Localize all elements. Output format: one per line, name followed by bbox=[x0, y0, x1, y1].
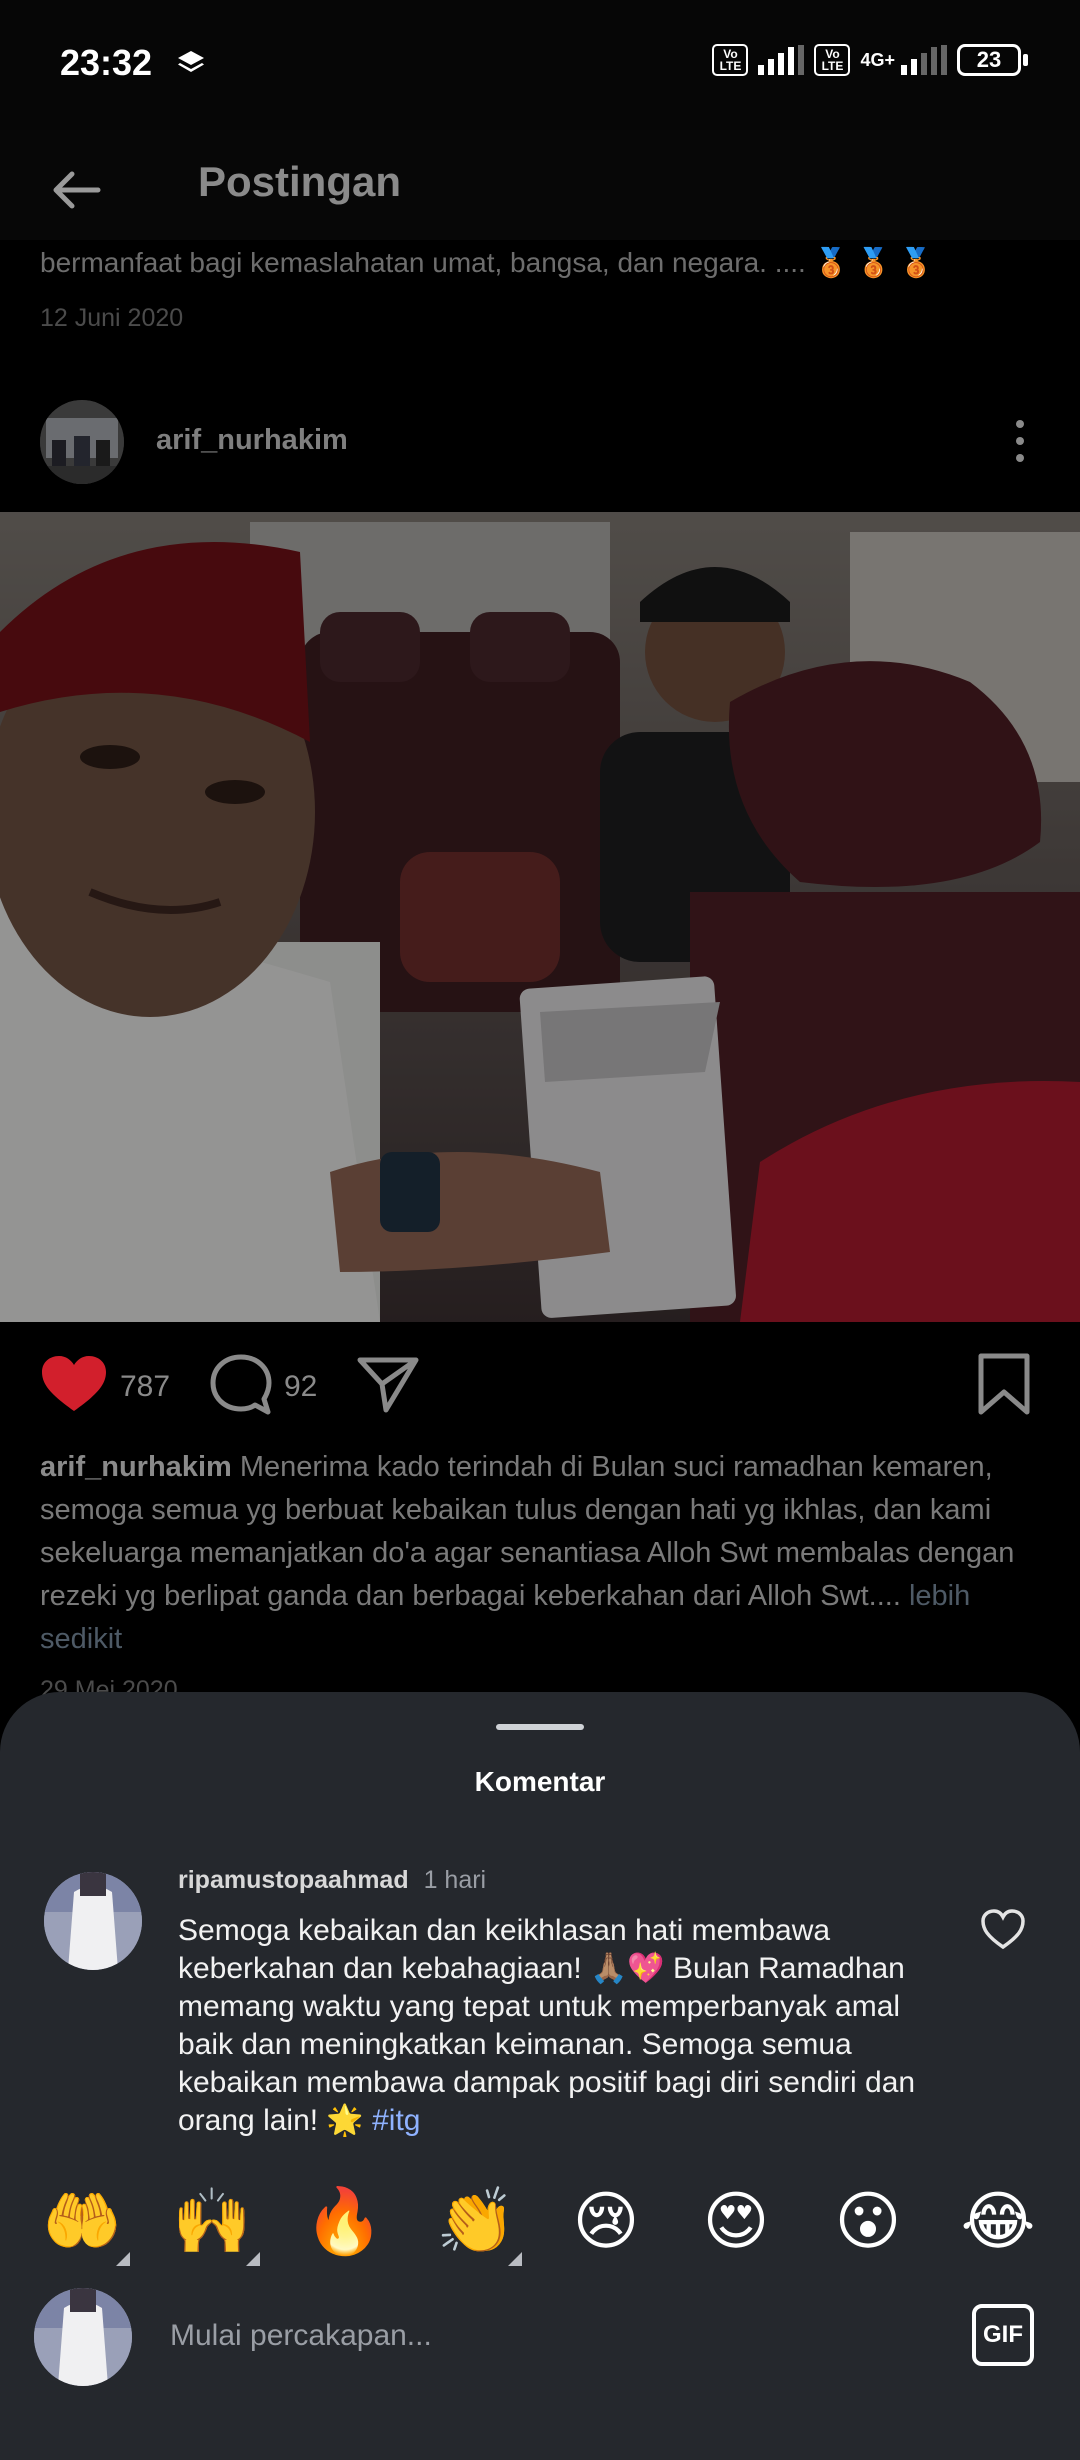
comment-body: Semoga kebaikan dan keikhlasan hati memb… bbox=[178, 1914, 916, 2137]
emoji-raising-hands[interactable]: 🙌 bbox=[172, 2182, 252, 2262]
comment-time: 1 hari bbox=[423, 1866, 487, 1894]
emoji-fire[interactable]: 🔥 bbox=[304, 2182, 384, 2262]
battery-icon: 23 bbox=[957, 44, 1028, 76]
heart-icon[interactable] bbox=[40, 1354, 108, 1414]
layers-icon bbox=[178, 51, 204, 72]
comment-hashtag[interactable]: #itg bbox=[372, 2104, 420, 2137]
post-photo[interactable] bbox=[0, 512, 1080, 1322]
page-title: Postingan bbox=[198, 158, 402, 205]
quick-reaction-row: 🤲 🙌 🔥 👏 😢 😍 😮 😂 bbox=[0, 2182, 1080, 2272]
network-type: 4G+ bbox=[860, 49, 895, 70]
emoji-laughing[interactable]: 😂 bbox=[958, 2182, 1038, 2262]
post-author-avatar[interactable] bbox=[40, 400, 124, 484]
gif-button[interactable]: GIF bbox=[972, 2304, 1034, 2366]
medal-emojis: 🥉 🥉 🥉 bbox=[813, 247, 934, 278]
previous-post-date: 12 Juni 2020 bbox=[40, 304, 184, 332]
status-indicators: Vo LTE Vo LTE 4G+ 23 bbox=[712, 44, 1028, 76]
caption-username[interactable]: arif_nurhakim bbox=[40, 1451, 232, 1483]
comment-text: Semoga kebaikan dan keikhlasan hati memb… bbox=[178, 1912, 938, 2140]
volte-badge-2: Vo LTE bbox=[814, 44, 851, 76]
sheet-title: Komentar bbox=[474, 1766, 606, 1797]
post-caption: arif_nurhakim Menerima kado terindah di … bbox=[40, 1446, 1050, 1661]
post-author-username[interactable]: arif_nurhakim bbox=[156, 424, 348, 457]
composer-avatar bbox=[34, 2288, 132, 2386]
comment-bubble-icon[interactable] bbox=[208, 1352, 274, 1418]
top-nav: Postingan bbox=[0, 130, 1080, 240]
more-vertical-icon[interactable] bbox=[1000, 416, 1040, 466]
emoji-heart-eyes[interactable]: 😍 bbox=[696, 2182, 776, 2262]
signal-icon-2 bbox=[901, 45, 947, 75]
emoji-surprised[interactable]: 😮 bbox=[828, 2182, 908, 2262]
like-count[interactable]: 787 bbox=[120, 1370, 170, 1404]
comment-avatar[interactable] bbox=[44, 1872, 142, 1970]
emoji-variant-indicator bbox=[116, 2252, 130, 2266]
previous-caption-text: bermanfaat bagi kemaslahatan umat, bangs… bbox=[40, 247, 806, 278]
emoji-crying[interactable]: 😢 bbox=[566, 2182, 646, 2262]
battery-level: 23 bbox=[957, 44, 1021, 76]
emoji-clapping[interactable]: 👏 bbox=[436, 2182, 516, 2262]
previous-post-caption: bermanfaat bagi kemaslahatan umat, bangs… bbox=[40, 246, 1050, 280]
emoji-variant-indicator bbox=[246, 2252, 260, 2266]
comment-input[interactable] bbox=[150, 2296, 950, 2376]
signal-icon-1 bbox=[758, 45, 805, 75]
comment-header: ripamustopaahmad 1 hari bbox=[178, 1866, 486, 1895]
bookmark-icon[interactable] bbox=[976, 1352, 1032, 1416]
comments-sheet: Komentar ripamustopaahmad 1 hari Semoga … bbox=[0, 1692, 1080, 2460]
status-time: 23:32 bbox=[60, 42, 153, 83]
volte-badge-1: Vo LTE bbox=[712, 44, 749, 76]
back-arrow-icon[interactable] bbox=[44, 158, 108, 222]
share-paper-plane-icon[interactable] bbox=[356, 1354, 420, 1414]
status-bar: 23:32 Vo LTE Vo LTE 4G+ 23 bbox=[0, 0, 1080, 130]
comment-count[interactable]: 92 bbox=[284, 1370, 317, 1404]
post-action-bar: 787 92 bbox=[0, 1340, 1080, 1430]
comment-username[interactable]: ripamustopaahmad bbox=[178, 1866, 409, 1894]
emoji-palms-up[interactable]: 🤲 bbox=[42, 2182, 122, 2262]
emoji-variant-indicator bbox=[508, 2252, 522, 2266]
heart-outline-icon[interactable] bbox=[980, 1908, 1026, 1950]
sheet-drag-handle[interactable] bbox=[496, 1724, 584, 1730]
